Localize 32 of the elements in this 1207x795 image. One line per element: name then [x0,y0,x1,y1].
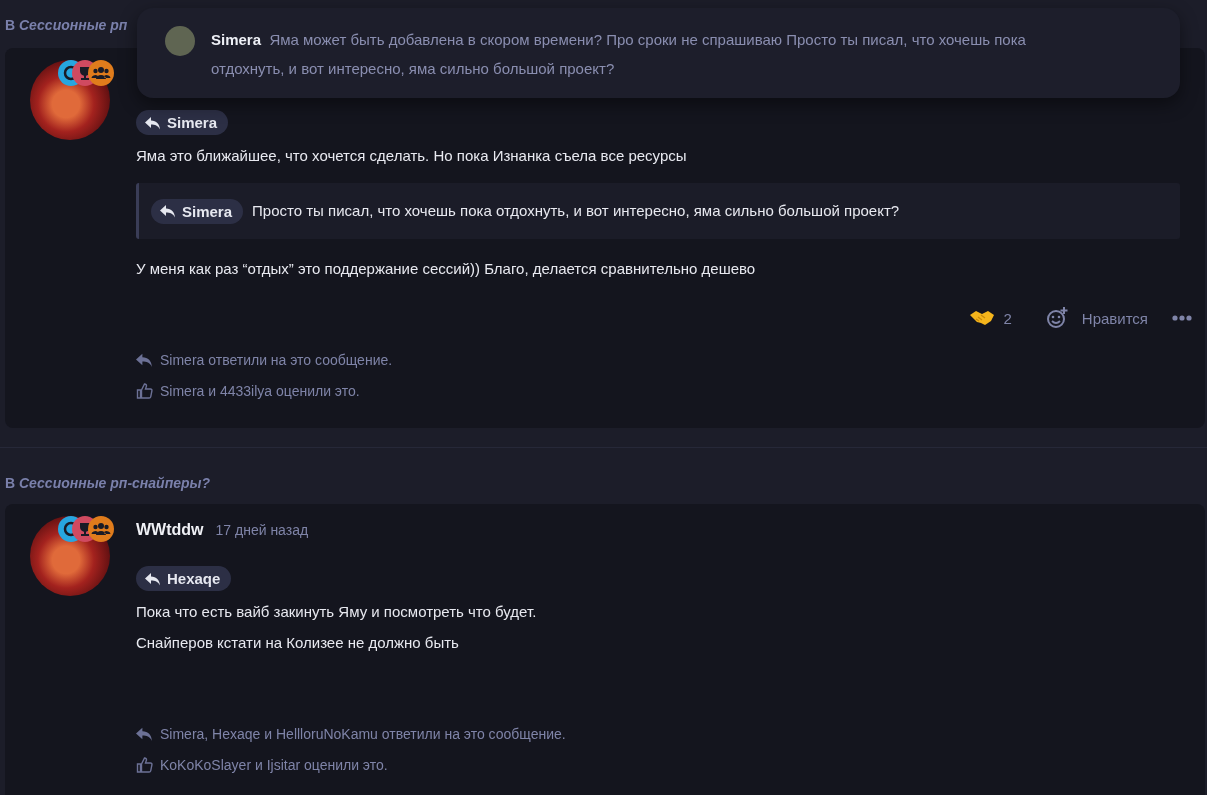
post-time[interactable]: 17 дней назад [215,522,309,538]
popup-message: Simera Яма может быть добавлена в скором времени? Про сроки не спрашиваю Просто ты писал, что хочешь пока отдохнуть, и вот интересно, яма сильно большой проект? [211,30,1027,79]
post-text: Пока что есть вайб закинуть Яму и посмотреть что будет. [136,602,538,622]
quote-text: Просто ты писал, что хочешь пока отдохнуть, и вот интересно, яма сильно большой проект? [252,201,900,221]
reply-icon [136,351,153,368]
likes-summary[interactable]: KoKoKoSlayer и Ijsitar оценили это. [160,756,388,773]
reply-to-chip[interactable]: Simera [151,198,244,224]
handshake-icon[interactable] [969,310,996,326]
thumbs-up-icon [136,756,153,773]
thumbs-up-icon [136,382,153,399]
post-text: У меня как раз “отдых” это поддержание сессий)) Благо, делается сравнительно дешево [136,259,757,279]
thread-title[interactable]: В Сессионные рп [5,17,128,33]
replies-summary[interactable]: Simera, Hexaqe и HellloruNoKamu ответили на это сообщение. [160,725,566,742]
post-text: Снайперов кстати на Колизее не должно быть [136,633,460,653]
replies-summary[interactable]: Simera ответили на это сообщение. [160,351,393,368]
likes-summary[interactable]: Simera и 4433ilya оценили это. [160,382,360,399]
author-name[interactable]: WWtddw [136,521,204,539]
reaction-count[interactable]: 2 [1003,309,1012,327]
like-link[interactable]: Нравится [1081,309,1148,327]
more-options-icon[interactable] [1172,315,1192,321]
post-text: Яма это ближайшее, что хочется сделать. Но пока Изнанка съела все ресурсы [136,146,688,166]
avatar-photo-placeholder [165,26,195,56]
reply-icon [145,115,161,130]
group-badge-icon [88,516,114,542]
thread-title[interactable]: В Сессионные рп-снайперы? [5,475,211,491]
reply-icon [145,571,161,586]
reply-to-chip[interactable]: Hexaqe [136,566,232,591]
reply-icon [136,725,153,742]
reply-icon [160,204,176,218]
group-badge-icon [88,60,114,86]
add-reaction-icon[interactable] [1045,307,1068,329]
reply-to-chip[interactable]: Simera [136,110,229,135]
